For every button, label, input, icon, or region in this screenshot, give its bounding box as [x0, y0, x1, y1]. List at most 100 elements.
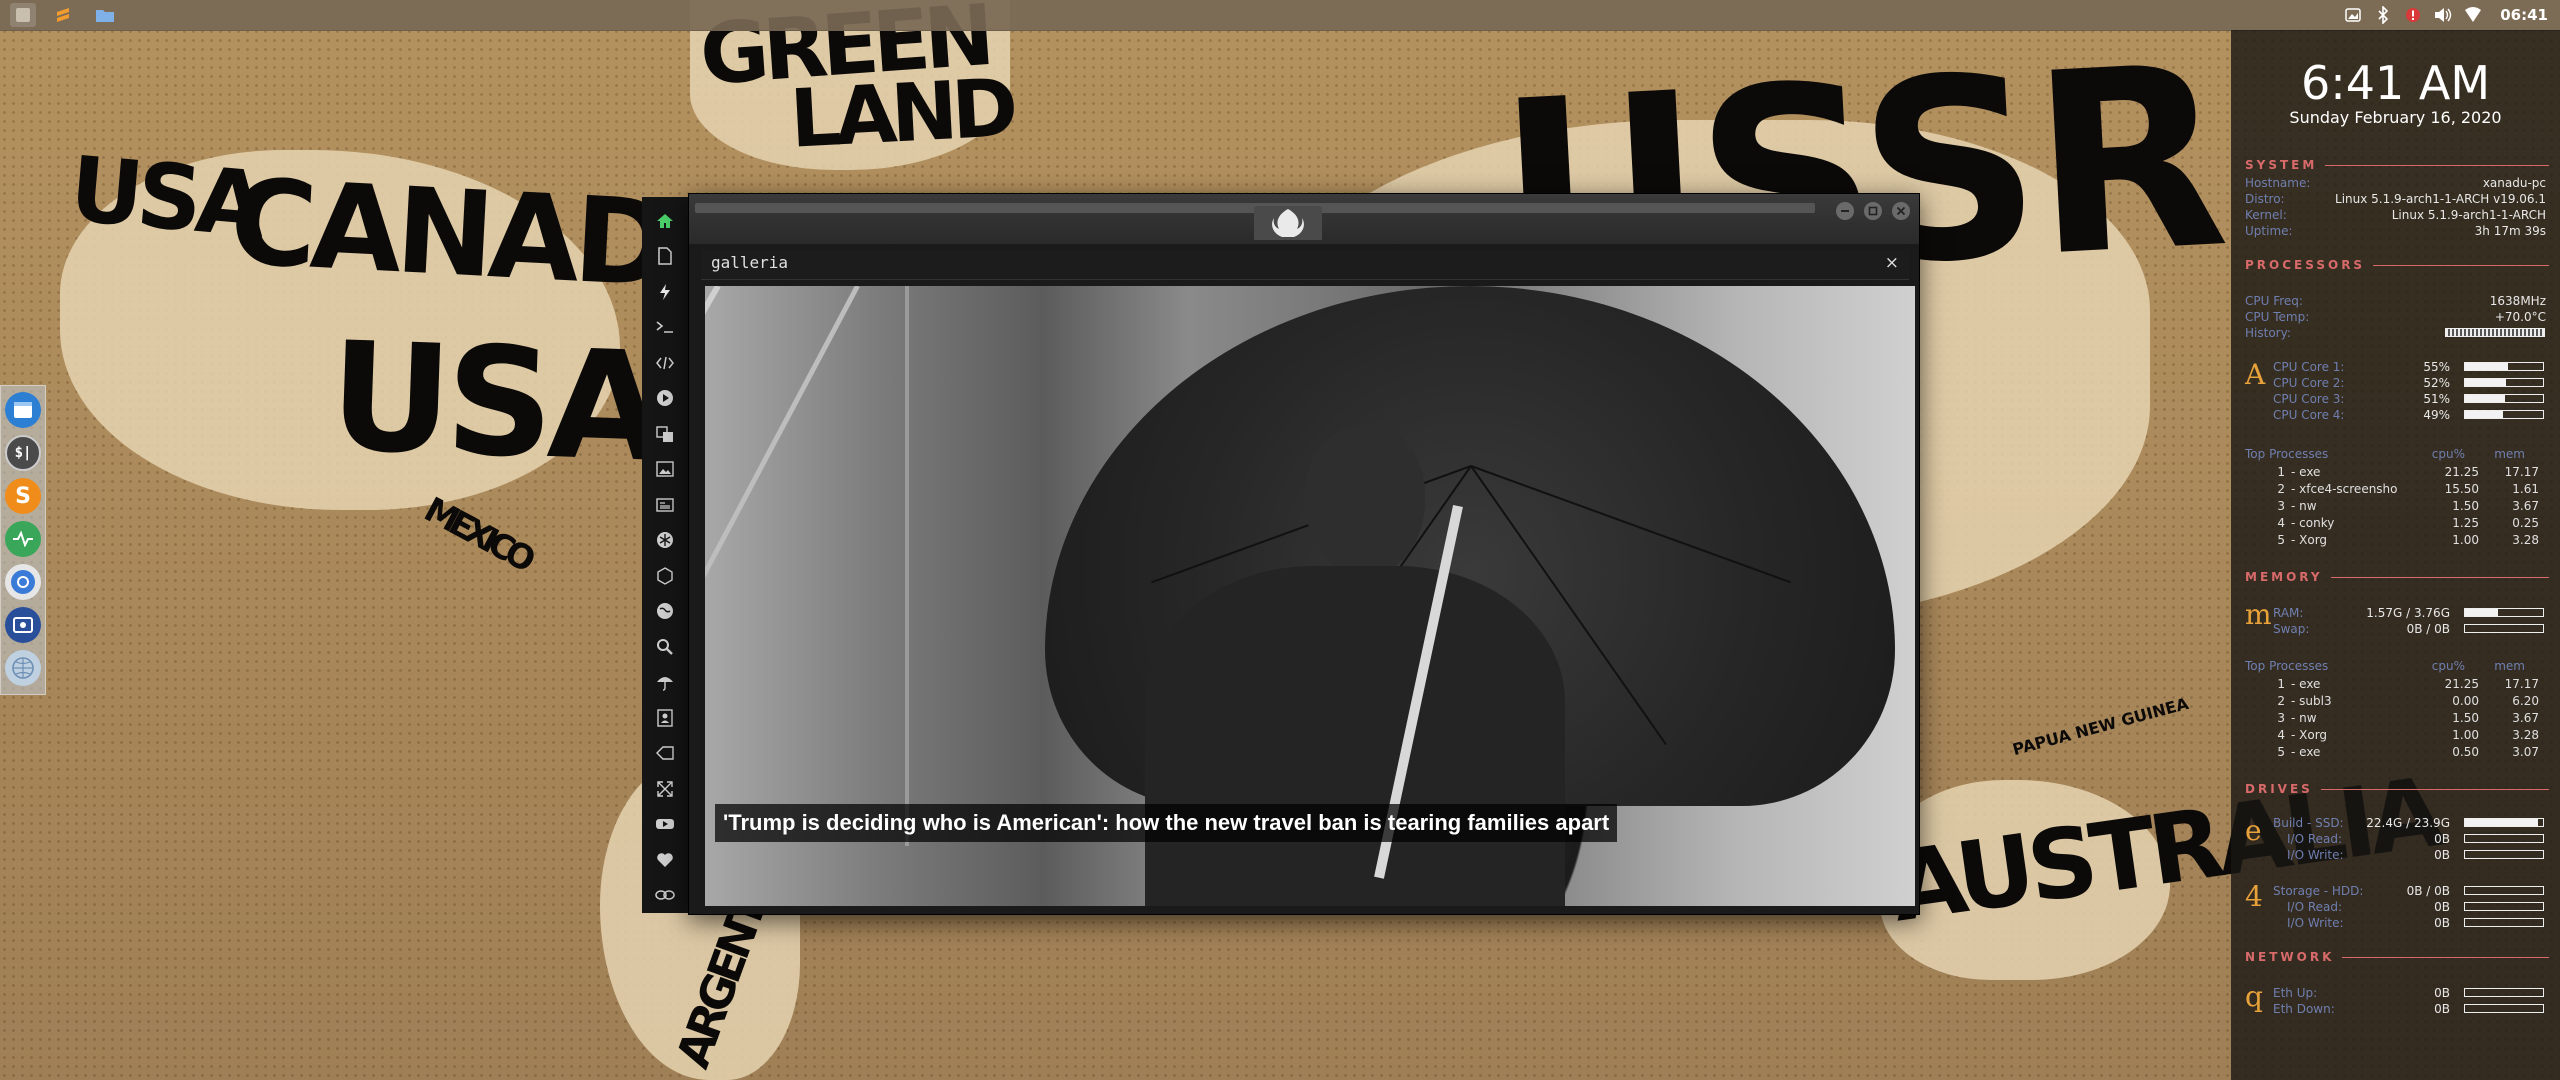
cpu-core-4-bar	[2464, 410, 2544, 419]
drives-glyph-2: 4	[2245, 880, 2263, 913]
hostname-value: xanadu-pc	[2482, 176, 2546, 190]
build-read-value: 0B	[2434, 832, 2450, 846]
screenshot-tool-icon[interactable]	[5, 607, 41, 643]
build-write-value: 0B	[2434, 848, 2450, 862]
translate-icon[interactable]	[650, 416, 680, 452]
sublime-text-icon[interactable]: S	[5, 478, 41, 514]
wallpaper-word-usa-2: USA	[327, 310, 661, 496]
cpu-core-3-value: 51%	[2423, 392, 2450, 406]
network-globe-icon[interactable]	[5, 650, 41, 686]
app-menu-icon[interactable]	[10, 3, 36, 27]
cpu-core-3-bar	[2464, 394, 2544, 403]
conky-date: Sunday February 16, 2020	[2289, 108, 2502, 127]
lightning-icon[interactable]	[650, 274, 680, 310]
play-icon[interactable]	[650, 381, 680, 417]
cpu-core-2-bar	[2464, 378, 2544, 387]
distro-value: Linux 5.1.9-arch1-1-ARCH v19.06.1	[2335, 192, 2546, 206]
document-icon[interactable]	[650, 239, 680, 275]
memory-glyph: m	[2245, 598, 2272, 631]
app-close-button[interactable]: ×	[1885, 253, 1899, 273]
top-panel: 06:41	[0, 0, 2560, 31]
drives-heading: DRIVES	[2245, 782, 2549, 796]
build-ssd-bar	[2464, 818, 2544, 827]
maximize-button[interactable]	[1864, 202, 1882, 220]
screenshot-icon[interactable]	[2344, 6, 2362, 24]
link-icon[interactable]	[650, 878, 680, 914]
app-title: galleria	[711, 253, 789, 272]
drives-glyph-1: e	[2245, 814, 2262, 847]
minimize-button[interactable]	[1836, 202, 1854, 220]
memory-heading: MEMORY	[2245, 570, 2549, 584]
cpu-temp-label: CPU Temp:	[2245, 310, 2310, 324]
swap-label: Swap:	[2273, 622, 2310, 636]
expand-icon[interactable]	[650, 771, 680, 807]
eth-down-label: Eth Down:	[2273, 1002, 2335, 1016]
folder-icon[interactable]	[92, 3, 118, 27]
youtube-icon[interactable]	[650, 807, 680, 843]
sublime-text-icon[interactable]	[50, 3, 76, 27]
kernel-label: Kernel:	[2245, 208, 2287, 222]
home-icon[interactable]	[650, 203, 680, 239]
rebel-emblem-tab[interactable]	[1254, 206, 1322, 240]
globe-icon[interactable]	[650, 594, 680, 630]
tag-icon[interactable]	[650, 736, 680, 772]
uptime-value: 3h 17m 39s	[2474, 224, 2546, 238]
eth-down-bar	[2464, 1004, 2544, 1013]
ram-bar	[2464, 608, 2544, 617]
cpu-history-graph	[2445, 328, 2545, 337]
build-write-label: I/O Write:	[2287, 848, 2344, 862]
photo-caption: 'Trump is deciding who is American': how…	[715, 804, 1618, 842]
mem-top-row: 2- subl3 0.00 6.20	[2277, 694, 2539, 708]
contact-card-icon[interactable]	[650, 700, 680, 736]
cpu-top-row: 2- xfce4-screensho 15.50 1.61	[2277, 482, 2539, 496]
umbrella-icon[interactable]	[650, 665, 680, 701]
heart-icon[interactable]	[650, 842, 680, 878]
storage-write-value: 0B	[2434, 916, 2450, 930]
mem-top-row: 4- Xorg 1.00 3.28	[2277, 728, 2539, 742]
wifi-icon[interactable]	[2464, 6, 2482, 24]
notification-icon[interactable]	[2404, 6, 2422, 24]
person-body	[1145, 566, 1565, 906]
cpu-top-row: 5- Xorg 1.00 3.28	[2277, 533, 2539, 547]
cpu-core-3-label: CPU Core 3:	[2273, 392, 2345, 406]
mem-top-row: 1- exe 21.25 17.17	[2277, 677, 2539, 691]
search-icon[interactable]	[650, 629, 680, 665]
storage-read-value: 0B	[2434, 900, 2450, 914]
cpu-freq-value: 1638MHz	[2489, 294, 2546, 308]
panel-clock[interactable]: 06:41	[2500, 6, 2548, 24]
cpu-freq-label: CPU Freq:	[2245, 294, 2303, 308]
window-close-button[interactable]	[1892, 202, 1910, 220]
hexagon-icon[interactable]	[650, 558, 680, 594]
mem-top-row: 5- exe 0.50 3.07	[2277, 745, 2539, 759]
wallpaper-word-land: LAND	[787, 61, 1015, 166]
wallpaper-word-papua: PAPUA NEW GUINEA	[2010, 693, 2191, 760]
terminal-prompt-icon[interactable]	[650, 310, 680, 346]
system-tray: 06:41	[2344, 0, 2548, 30]
storage-read-label: I/O Read:	[2287, 900, 2343, 914]
terminal-icon[interactable]: $|	[5, 435, 41, 471]
storage-read-bar	[2464, 902, 2544, 911]
cpu-core-2-label: CPU Core 2:	[2273, 376, 2345, 390]
code-icon[interactable]	[650, 345, 680, 381]
chrome-browser-icon[interactable]	[5, 564, 41, 600]
system-monitor-icon[interactable]	[5, 521, 41, 557]
system-heading: SYSTEM	[2245, 158, 2549, 172]
build-ssd-value: 22.4G / 23.9G	[2366, 816, 2450, 830]
newspaper-icon[interactable]	[650, 487, 680, 523]
gallery-photo[interactable]: 'Trump is deciding who is American': how…	[705, 286, 1915, 906]
file-manager-icon[interactable]	[5, 392, 41, 428]
conky-time: 6:41 AM	[2300, 56, 2491, 110]
image-icon[interactable]	[650, 452, 680, 488]
wallpaper-word-mexico: MEXICO	[417, 489, 537, 579]
storage-hdd-label: Storage - HDD:	[2273, 884, 2364, 898]
stair-railing	[705, 286, 860, 817]
window-titlebar[interactable]	[689, 194, 1919, 244]
cpu-core-1-label: CPU Core 1:	[2273, 360, 2345, 374]
bluetooth-icon[interactable]	[2374, 6, 2392, 24]
app-sidebar	[642, 197, 688, 913]
cpu-top-header: Top Processes cpu% mem	[2245, 447, 2525, 461]
cpu-history-label: History:	[2245, 326, 2291, 340]
snowflake-icon[interactable]	[650, 523, 680, 559]
volume-icon[interactable]	[2434, 6, 2452, 24]
cpu-core-1-value: 55%	[2423, 360, 2450, 374]
